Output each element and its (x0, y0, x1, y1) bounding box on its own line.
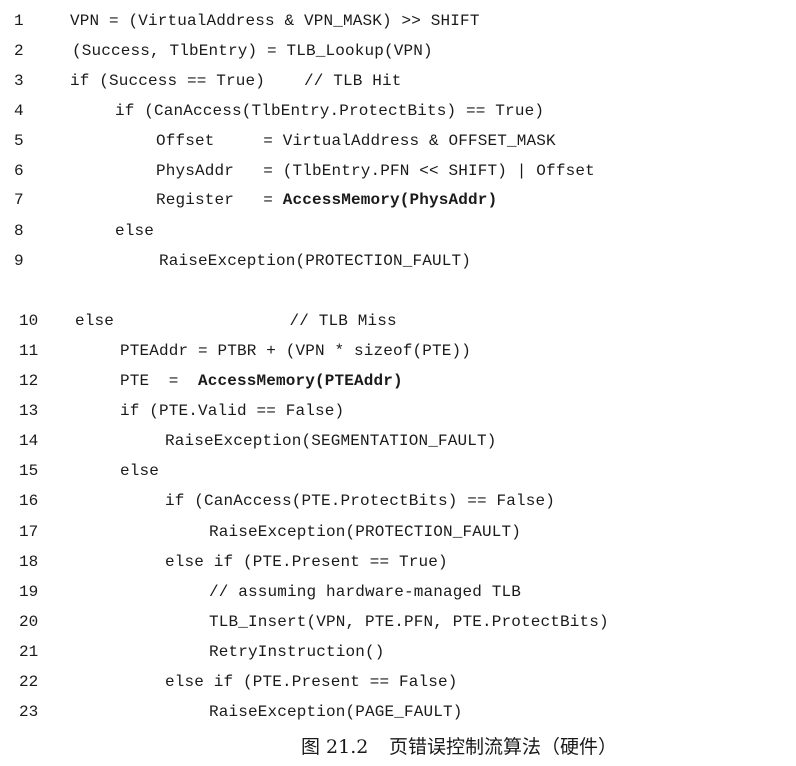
line-number: 17 (19, 523, 39, 541)
code-text-plain: RaiseException(SEGMENTATION_FAULT) (165, 432, 497, 450)
code-text: Register = AccessMemory(PhysAddr) (156, 187, 497, 213)
code-text: RetryInstruction() (209, 639, 385, 665)
code-line: 16 if (CanAccess(PTE.ProtectBits) == Fals… (0, 488, 796, 514)
line-number: 6 (14, 162, 24, 180)
code-text-plain: TLB_Insert(VPN, PTE.PFN, PTE.ProtectBits… (209, 613, 609, 631)
line-number: 4 (14, 102, 24, 120)
code-text: if (CanAccess(TlbEntry.ProtectBits) == T… (115, 98, 544, 124)
code-text-plain: PTE = (120, 372, 199, 390)
code-text: RaiseException(PAGE_FAULT) (209, 699, 463, 725)
code-line: 22 else if (PTE.Present == False) (0, 669, 796, 695)
code-listing: 1 VPN = (VirtualAddress & VPN_MASK) >> SH… (0, 0, 796, 730)
code-line: 14 RaiseException(SEGMENTATION_FAULT) (0, 428, 796, 454)
line-number: 19 (19, 583, 39, 601)
line-number: 3 (14, 72, 24, 90)
code-line: 8 else (0, 218, 796, 244)
code-line: 6 PhysAddr = (TlbEntry.PFN << SHIFT) | Of… (0, 158, 796, 184)
line-number: 15 (19, 462, 39, 480)
code-line: 17 RaiseException(PROTECTION_FAULT) (0, 519, 796, 545)
code-text-plain: Register = (156, 191, 283, 209)
line-number: 13 (19, 402, 39, 420)
code-text-plain: if (CanAccess(PTE.ProtectBits) == False) (165, 492, 556, 510)
code-line: 2 (Success, TlbEntry) = TLB_Lookup(VPN) (0, 38, 796, 64)
code-text: Offset = VirtualAddress & OFFSET_MASK (156, 128, 556, 154)
code-text: PTE = AccessMemory(PTEAddr) (120, 368, 403, 394)
line-number: 14 (19, 432, 39, 450)
code-text-plain: if (Success == True) // TLB Hit (70, 72, 402, 90)
line-number: 20 (19, 613, 39, 631)
line-number: 8 (14, 222, 24, 240)
code-text: VPN = (VirtualAddress & VPN_MASK) >> SHI… (70, 8, 480, 34)
code-text: if (Success == True) // TLB Hit (70, 68, 402, 94)
line-number: 18 (19, 553, 39, 571)
code-text-plain: else (120, 462, 160, 480)
code-line: 5 Offset = VirtualAddress & OFFSET_MASK (0, 128, 796, 154)
code-text-plain: else if (PTE.Present == False) (165, 673, 458, 691)
code-text-plain: if (CanAccess(TlbEntry.ProtectBits) == T… (115, 102, 545, 120)
line-number: 7 (14, 191, 24, 209)
line-number: 12 (19, 372, 39, 390)
code-line: 7 Register = AccessMemory(PhysAddr) (0, 187, 796, 213)
code-text: else (115, 218, 154, 244)
code-text-plain: Offset = VirtualAddress & OFFSET_MASK (156, 132, 556, 150)
code-text-plain: else // TLB Miss (75, 312, 397, 330)
code-line: 13 if (PTE.Valid == False) (0, 398, 796, 424)
code-line: 3 if (Success == True) // TLB Hit (0, 68, 796, 94)
code-text: TLB_Insert(VPN, PTE.PFN, PTE.ProtectBits… (209, 609, 609, 635)
line-number: 9 (14, 252, 24, 270)
code-text-plain: else if (PTE.Present == True) (165, 553, 448, 571)
code-text-plain: RaiseException(PROTECTION_FAULT) (159, 252, 472, 270)
code-text-plain: PhysAddr = (TlbEntry.PFN << SHIFT) | Off… (156, 162, 595, 180)
code-text-plain: if (PTE.Valid == False) (120, 402, 345, 420)
line-number: 5 (14, 132, 24, 150)
code-text: (Success, TlbEntry) = TLB_Lookup(VPN) (72, 38, 433, 64)
code-line: 19 // assuming hardware-managed TLB (0, 579, 796, 605)
code-line: 12 PTE = AccessMemory(PTEAddr) (0, 368, 796, 394)
code-text: PhysAddr = (TlbEntry.PFN << SHIFT) | Off… (156, 158, 595, 184)
code-text-plain: RaiseException(PROTECTION_FAULT) (209, 523, 522, 541)
code-line: 4 if (CanAccess(TlbEntry.ProtectBits) == … (0, 98, 796, 124)
code-text: RaiseException(PROTECTION_FAULT) (159, 248, 471, 274)
code-text: else // TLB Miss (75, 308, 397, 334)
caption-number: 图 21.2 (301, 736, 369, 758)
line-number: 21 (19, 643, 39, 661)
code-line: 18 else if (PTE.Present == True) (0, 549, 796, 575)
code-text-bold: AccessMemory(PTEAddr) (198, 372, 403, 390)
code-text-plain: RaiseException(PAGE_FAULT) (209, 703, 463, 721)
line-number: 2 (14, 42, 24, 60)
code-line: 15 else (0, 458, 796, 484)
code-line: 11 PTEAddr = PTBR + (VPN * sizeof(PTE)) (0, 338, 796, 364)
code-line: 10 else // TLB Miss (0, 308, 796, 334)
code-line: 21 RetryInstruction() (0, 639, 796, 665)
code-text: else if (PTE.Present == True) (165, 549, 448, 575)
code-text-plain: PTEAddr = PTBR + (VPN * sizeof(PTE)) (120, 342, 472, 360)
code-text: if (CanAccess(PTE.ProtectBits) == False) (165, 488, 555, 514)
line-number: 10 (19, 312, 39, 330)
code-line: 9 RaiseException(PROTECTION_FAULT) (0, 248, 796, 274)
line-number: 16 (19, 492, 39, 510)
code-line: 20 TLB_Insert(VPN, PTE.PFN, PTE.ProtectBi… (0, 609, 796, 635)
code-line: 1 VPN = (VirtualAddress & VPN_MASK) >> SH… (0, 8, 796, 34)
caption-title: 页错误控制流算法（硬件） (389, 736, 618, 758)
code-text: if (PTE.Valid == False) (120, 398, 344, 424)
figure-caption: 图 21.2 页错误控制流算法（硬件） (0, 733, 796, 761)
code-line: 23 RaiseException(PAGE_FAULT) (0, 699, 796, 725)
code-text: else if (PTE.Present == False) (165, 669, 458, 695)
code-text-plain: VPN = (VirtualAddress & VPN_MASK) >> SHI… (70, 12, 480, 30)
code-text-plain: RetryInstruction() (209, 643, 385, 661)
line-number: 1 (14, 12, 24, 30)
code-text: RaiseException(PROTECTION_FAULT) (209, 519, 521, 545)
line-number: 11 (19, 342, 39, 360)
code-text: // assuming hardware-managed TLB (209, 579, 521, 605)
code-text-plain: // assuming hardware-managed TLB (209, 583, 522, 601)
code-text: else (120, 458, 159, 484)
code-text: PTEAddr = PTBR + (VPN * sizeof(PTE)) (120, 338, 471, 364)
code-text-plain: (Success, TlbEntry) = TLB_Lookup(VPN) (72, 42, 433, 60)
code-text-bold: AccessMemory(PhysAddr) (282, 191, 498, 209)
code-text-plain: else (115, 222, 155, 240)
line-number: 22 (19, 673, 39, 691)
code-text: RaiseException(SEGMENTATION_FAULT) (165, 428, 497, 454)
line-number: 23 (19, 703, 39, 721)
